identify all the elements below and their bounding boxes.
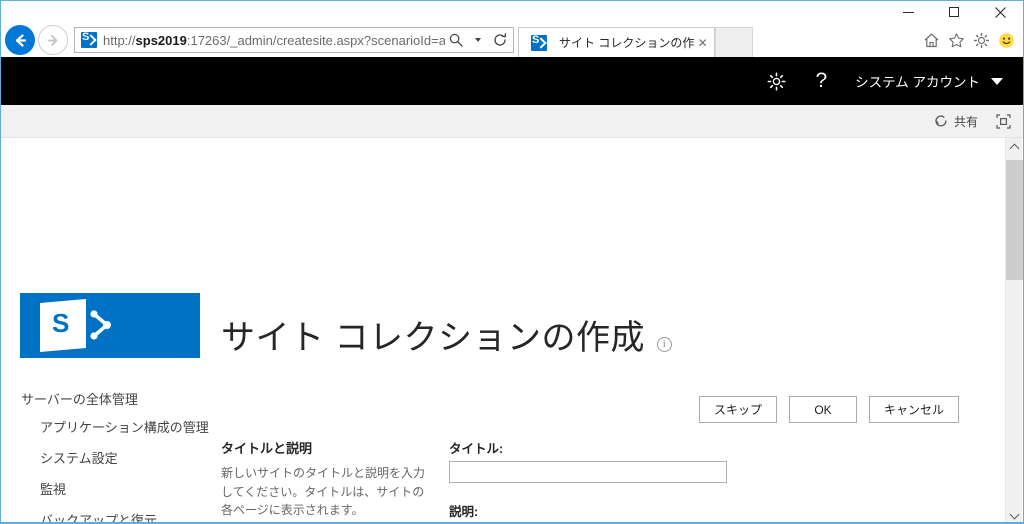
- title-bar: [1, 1, 1023, 23]
- suite-help-button[interactable]: ?: [801, 57, 841, 105]
- back-arrow-icon: [15, 33, 26, 47]
- sharepoint-logo-letter: S: [52, 308, 70, 338]
- tab-close-icon[interactable]: ✕: [695, 35, 710, 51]
- info-icon[interactable]: i: [656, 337, 672, 352]
- feedback-smiley-icon[interactable]: [996, 30, 1016, 50]
- page-title: サイト コレクションの作成 i: [221, 310, 672, 359]
- browser-toolbar: http://sps2019:17263/_admin/createsite.a…: [1, 23, 1023, 57]
- cancel-button[interactable]: キャンセル: [868, 396, 959, 423]
- sharepoint-logo[interactable]: S: [20, 293, 200, 358]
- scroll-thumb[interactable]: [1006, 160, 1023, 280]
- suite-settings-gear-icon[interactable]: [752, 57, 801, 105]
- title-input[interactable]: [449, 461, 727, 483]
- chevron-down-icon: [991, 77, 1003, 85]
- section-description-column: タイトルと説明 新しいサイトのタイトルと説明を入力してください。タイトルは、サイ…: [221, 438, 449, 524]
- title-field-label: タイトル:: [449, 442, 504, 456]
- ok-button[interactable]: OK: [788, 396, 857, 423]
- close-button[interactable]: [977, 1, 1023, 23]
- sharepoint-logo-share-glyph: [90, 310, 111, 340]
- scroll-up-arrow[interactable]: [1006, 138, 1023, 155]
- section-heading: タイトルと説明: [221, 441, 313, 456]
- share-label: 共有: [953, 114, 978, 129]
- minimize-icon: [902, 11, 914, 13]
- description-field-label: 説明:: [449, 505, 479, 519]
- sharepoint-favicon: [531, 34, 547, 51]
- focus-on-content-button[interactable]: [996, 113, 1011, 129]
- sidebar-item-backup-restore[interactable]: バックアップと復元: [1, 504, 211, 524]
- home-icon[interactable]: [921, 30, 941, 50]
- browser-window: http://sps2019:17263/_admin/createsite.a…: [0, 0, 1024, 524]
- section-fields-column: タイトル: 説明:: [449, 438, 1006, 524]
- section-help-text: 新しいサイトのタイトルと説明を入力してください。タイトルは、サイトの各ページに表…: [221, 466, 426, 518]
- tab-title: サイト コレクションの作成: [559, 36, 696, 50]
- address-bar-url: http://sps2019:17263/_admin/createsite.a…: [103, 32, 445, 48]
- maximize-icon: [949, 7, 959, 17]
- search-icon[interactable]: [445, 28, 467, 52]
- section-title-and-description: タイトルと説明 新しいサイトのタイトルと説明を入力してください。タイトルは、サイ…: [221, 438, 1006, 524]
- focus-on-content-icon: [996, 113, 1011, 129]
- refresh-icon[interactable]: [489, 28, 511, 52]
- close-icon: [994, 6, 1006, 18]
- vertical-scrollbar[interactable]: [1005, 138, 1023, 524]
- tab-strip: サイト コレクションの作成 ✕: [518, 23, 753, 57]
- chevron-down-icon[interactable]: [467, 28, 489, 52]
- sidebar-item-system-settings[interactable]: システム設定: [1, 442, 211, 473]
- create-site-collection-form: タイトルと説明 新しいサイトのタイトルと説明を入力してください。タイトルは、サイ…: [221, 438, 1006, 524]
- skip-button[interactable]: スキップ: [698, 396, 777, 423]
- favorites-star-icon[interactable]: [946, 30, 966, 50]
- new-tab-button[interactable]: [715, 27, 753, 57]
- address-bar[interactable]: http://sps2019:17263/_admin/createsite.a…: [74, 27, 514, 53]
- back-button[interactable]: [5, 25, 35, 55]
- forward-arrow-icon: [47, 34, 57, 46]
- sharepoint-suite-bar: ? システム アカウント: [1, 57, 1023, 105]
- browser-toolbar-icons: [921, 30, 1023, 50]
- window-controls: [885, 1, 1023, 23]
- suite-user-name: システム アカウント: [855, 75, 980, 90]
- share-bar: 共有: [1, 105, 1023, 138]
- settings-gear-icon[interactable]: [971, 30, 991, 50]
- forward-button[interactable]: [38, 25, 68, 55]
- maximize-button[interactable]: [931, 1, 977, 23]
- page-title-text: サイト コレクションの作成: [221, 319, 645, 357]
- suite-user-menu[interactable]: システム アカウント: [841, 71, 1007, 91]
- action-button-bar: スキップ OK キャンセル: [1, 396, 1006, 423]
- page-content: S サイト コレクションの作成 i サーバーの全体管理 アプリケーション構成の管…: [1, 138, 1006, 524]
- share-icon: [935, 115, 947, 127]
- sharepoint-favicon: [81, 31, 97, 48]
- gear-icon: [767, 72, 786, 90]
- sidebar-item-monitoring[interactable]: 監視: [1, 473, 211, 504]
- minimize-button[interactable]: [885, 1, 931, 23]
- share-button[interactable]: 共有: [934, 113, 978, 130]
- browser-tab-active[interactable]: サイト コレクションの作成 ✕: [518, 27, 715, 57]
